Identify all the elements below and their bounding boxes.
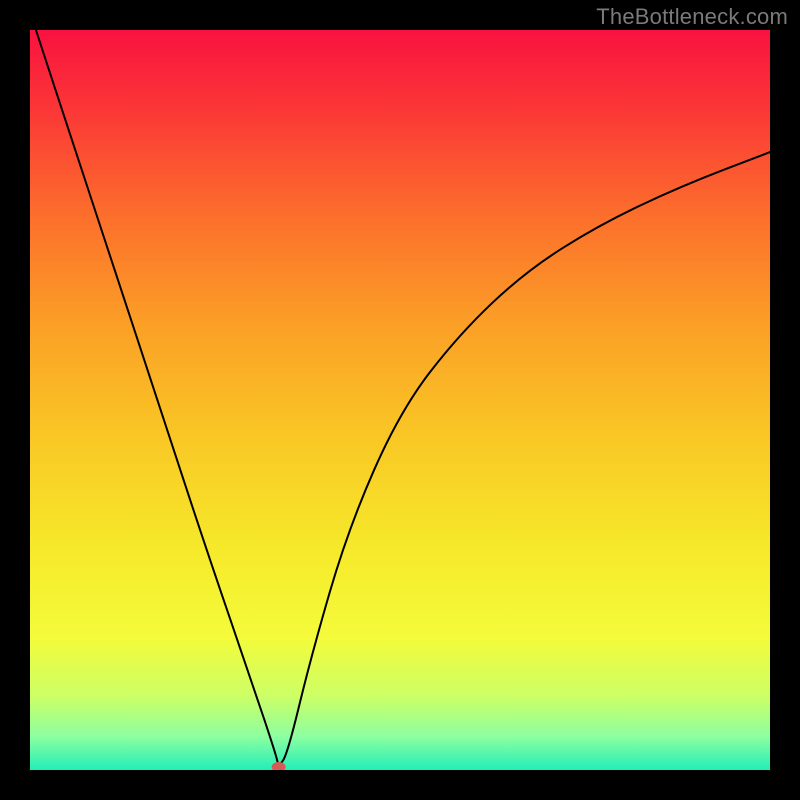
watermark-text: TheBottleneck.com: [596, 4, 788, 30]
gradient-background: [30, 30, 770, 770]
chart-svg: [30, 30, 770, 770]
plot-area: [30, 30, 770, 770]
chart-stage: TheBottleneck.com: [0, 0, 800, 800]
